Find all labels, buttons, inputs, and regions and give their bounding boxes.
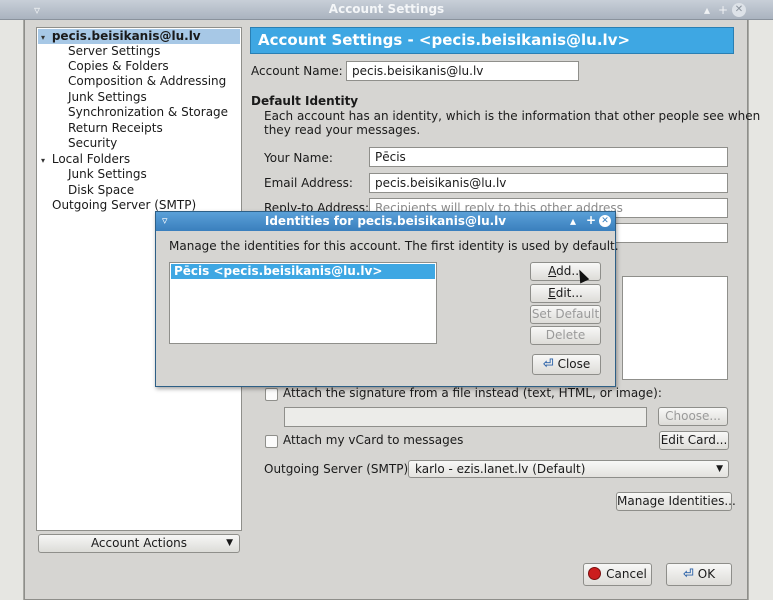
enter-arrow-icon: ⏎ xyxy=(542,357,554,372)
dialog-title: Identities for pecis.beisikanis@lu.lv xyxy=(264,214,507,228)
identities-list[interactable]: Pēcis <pecis.beisikanis@lu.lv> xyxy=(169,262,437,344)
tree-item-return-receipts[interactable]: Return Receipts xyxy=(68,121,163,136)
identity-description-2: they read your messages. xyxy=(264,123,421,137)
cancel-button[interactable]: Cancel xyxy=(583,563,652,586)
email-field[interactable]: pecis.beisikanis@lu.lv xyxy=(369,173,728,193)
delete-identity-button[interactable]: Delete xyxy=(530,326,601,345)
signature-file-field[interactable] xyxy=(284,407,647,427)
dialog-close-icon[interactable]: ✕ xyxy=(599,215,611,227)
tree-item-local-folders[interactable]: ▾ Local Folders xyxy=(41,152,130,167)
dialog-description: Manage the identities for this account. … xyxy=(169,239,619,253)
background-app-right-edge xyxy=(748,20,773,600)
identity-description: Each account has an identity, which is t… xyxy=(264,109,761,123)
default-identity-heading: Default Identity xyxy=(251,94,359,108)
signature-text-area[interactable] xyxy=(622,276,728,380)
attach-signature-label: Attach the signature from a file instead… xyxy=(283,386,662,400)
list-item[interactable]: Pēcis <pecis.beisikanis@lu.lv> xyxy=(174,264,382,279)
account-name-label: Account Name: xyxy=(251,64,343,78)
vcard-checkbox[interactable] xyxy=(265,435,278,448)
expander-icon[interactable]: ▾ xyxy=(41,33,45,42)
dialog-minimize-icon[interactable]: ▴ xyxy=(570,214,576,228)
tree-item-security[interactable]: Security xyxy=(68,136,117,151)
chevron-down-icon: ▼ xyxy=(716,464,723,474)
account-actions-button[interactable]: Account Actions ▼ xyxy=(38,534,240,553)
expander-icon[interactable]: ▾ xyxy=(41,156,45,165)
dialog-maximize-icon[interactable]: + xyxy=(586,213,596,227)
attach-signature-checkbox[interactable] xyxy=(265,388,278,401)
close-dialog-button[interactable]: ⏎ Close xyxy=(532,354,601,375)
enter-arrow-icon: ⏎ xyxy=(682,567,694,582)
minimize-icon[interactable]: ▴ xyxy=(700,3,714,17)
manage-identities-button[interactable]: Manage Identities... xyxy=(616,492,736,511)
tree-item-local-junk[interactable]: Junk Settings xyxy=(68,167,147,182)
set-default-button[interactable]: Set Default xyxy=(530,305,601,324)
ok-button[interactable]: ⏎ OK xyxy=(666,563,732,586)
window-titlebar: ▿ Account Settings ▴ + ✕ xyxy=(0,0,773,20)
choose-file-button[interactable]: Choose... xyxy=(658,407,728,426)
tree-item-disk-space[interactable]: Disk Space xyxy=(68,183,134,198)
edit-identity-button[interactable]: Edit... xyxy=(530,284,601,303)
your-name-label: Your Name: xyxy=(264,151,333,165)
tree-item-account[interactable]: ▾ pecis.beisikanis@lu.lv xyxy=(41,29,201,44)
tree-item-sync-storage[interactable]: Synchronization & Storage xyxy=(68,105,228,120)
vcard-label: Attach my vCard to messages xyxy=(283,433,464,447)
maximize-icon[interactable]: + xyxy=(716,3,730,17)
background-app-left-edge xyxy=(0,20,24,600)
tree-item-copies-folders[interactable]: Copies & Folders xyxy=(68,59,169,74)
identities-dialog: ▿ Identities for pecis.beisikanis@lu.lv … xyxy=(155,211,619,387)
your-name-field[interactable]: Pēcis xyxy=(369,147,728,167)
chevron-down-icon: ▼ xyxy=(226,538,233,548)
email-label: Email Address: xyxy=(264,176,353,190)
tree-item-composition[interactable]: Composition & Addressing xyxy=(68,74,226,89)
edit-card-button[interactable]: Edit Card... xyxy=(659,431,729,450)
outgoing-server-select[interactable]: karlo - ezis.lanet.lv (Default) ▼ xyxy=(408,460,729,478)
page-title: Account Settings - <pecis.beisikanis@lu.… xyxy=(250,27,734,54)
window-title: Account Settings xyxy=(328,2,445,16)
dialog-titlebar: ▿ Identities for pecis.beisikanis@lu.lv … xyxy=(156,212,615,231)
tree-item-junk-settings[interactable]: Junk Settings xyxy=(68,90,147,105)
outgoing-server-label: Outgoing Server (SMTP): xyxy=(264,462,413,476)
close-icon[interactable]: ✕ xyxy=(732,3,746,17)
add-identity-button[interactable]: Add... xyxy=(530,262,601,281)
cancel-icon xyxy=(588,567,602,580)
account-name-field[interactable]: pecis.beisikanis@lu.lv xyxy=(346,61,579,81)
tree-item-server-settings[interactable]: Server Settings xyxy=(68,44,160,59)
